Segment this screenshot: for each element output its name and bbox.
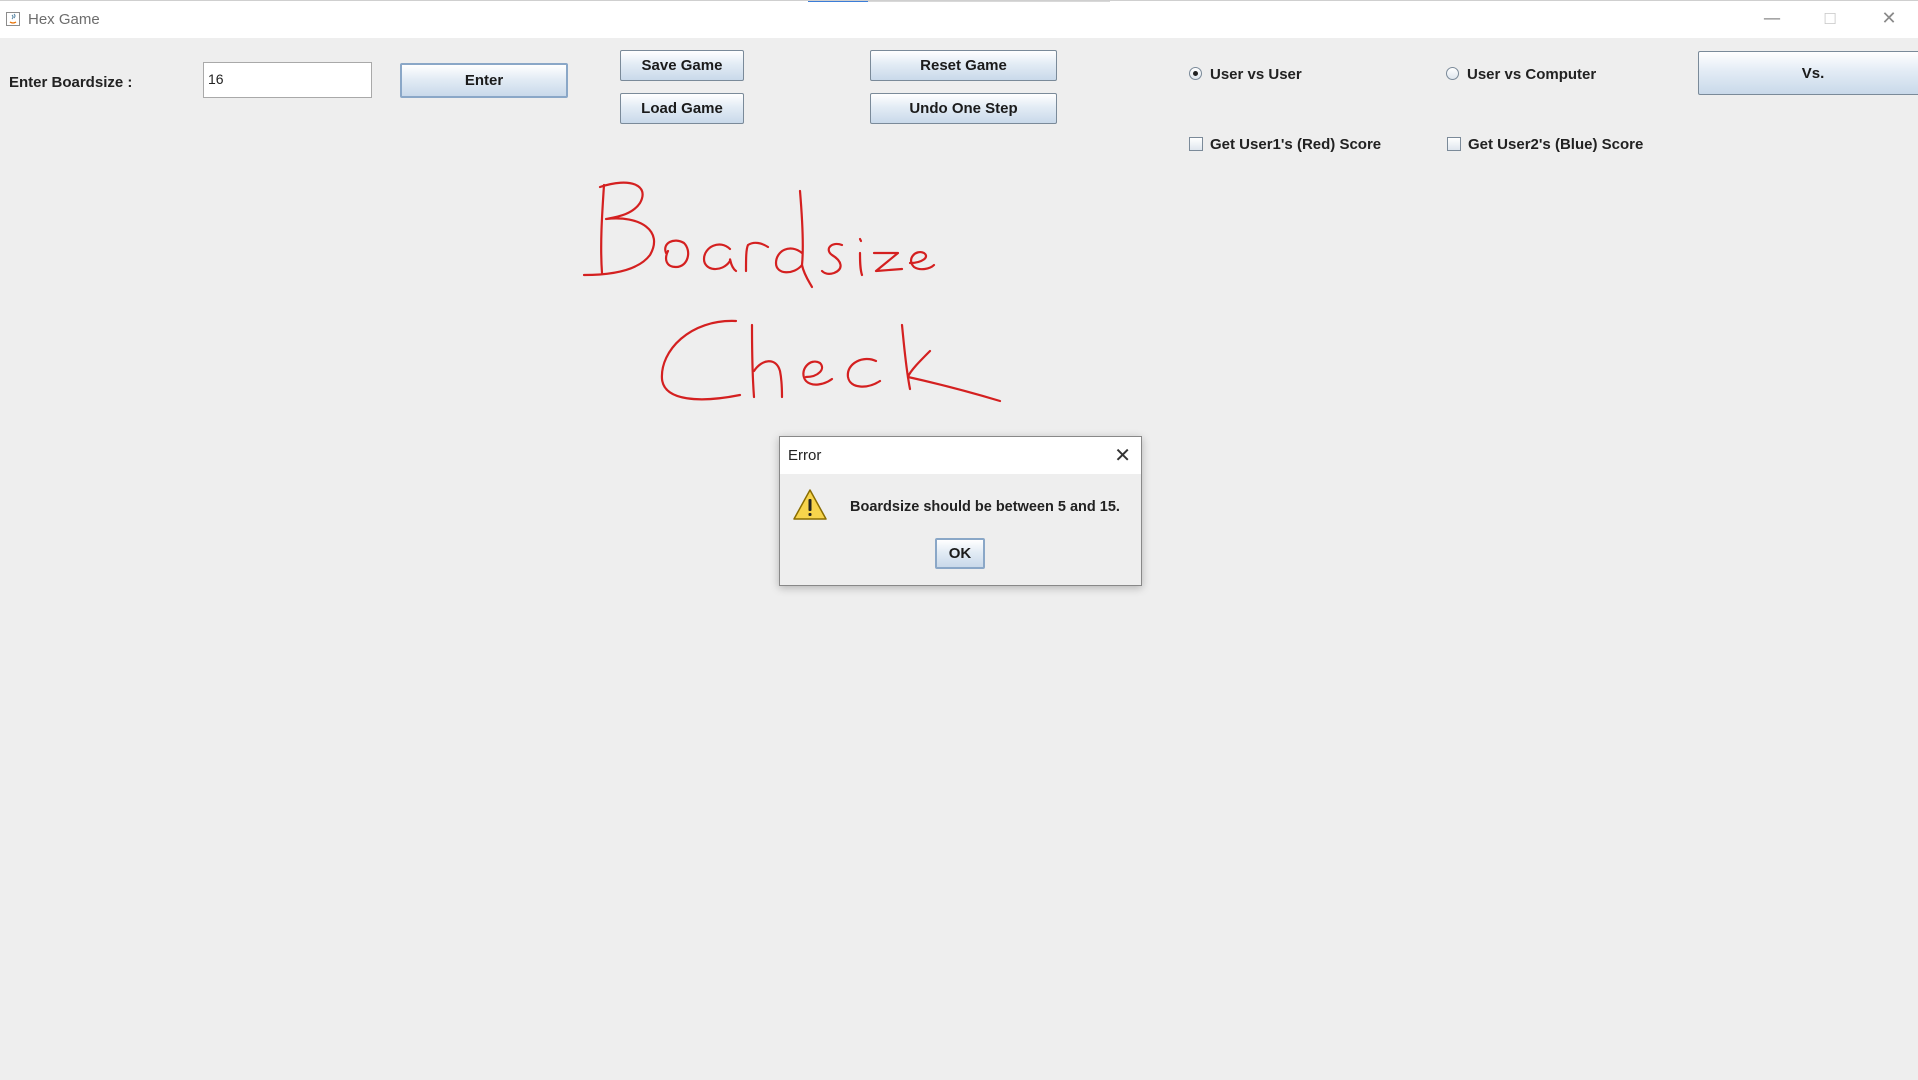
minimize-button[interactable]: — bbox=[1752, 7, 1792, 31]
save-game-button[interactable]: Save Game bbox=[620, 50, 744, 81]
error-dialog: Error ✕ Boardsize should be between 5 an… bbox=[779, 436, 1142, 586]
radio-user-vs-user[interactable] bbox=[1189, 67, 1202, 80]
radio-selected-dot bbox=[1193, 71, 1198, 76]
window-titlebar: Hex Game — ☐ ✕ bbox=[0, 0, 1918, 38]
red-score-label: Get User1's (Red) Score bbox=[1210, 136, 1382, 153]
handwritten-annotation bbox=[582, 181, 1002, 403]
blue-score-checkbox[interactable] bbox=[1447, 137, 1461, 151]
maximize-button[interactable]: ☐ bbox=[1810, 7, 1850, 31]
dialog-title: Error bbox=[788, 447, 822, 464]
titlebar-accent bbox=[808, 1, 868, 2]
java-icon bbox=[6, 12, 20, 26]
dialog-close-icon[interactable]: ✕ bbox=[1114, 443, 1131, 467]
vs-button[interactable]: Vs. bbox=[1698, 51, 1918, 95]
close-button[interactable]: ✕ bbox=[1869, 7, 1909, 31]
load-game-button[interactable]: Load Game bbox=[620, 93, 744, 124]
enter-button[interactable]: Enter bbox=[400, 63, 568, 98]
warning-icon bbox=[793, 489, 827, 520]
dialog-titlebar: Error ✕ bbox=[780, 437, 1141, 474]
user-vs-computer-label: User vs Computer bbox=[1467, 66, 1597, 83]
user-vs-user-label: User vs User bbox=[1210, 66, 1302, 83]
reset-game-button[interactable]: Reset Game bbox=[870, 50, 1057, 81]
dialog-message: Boardsize should be between 5 and 15. bbox=[850, 499, 1120, 515]
boardsize-label: Enter Boardsize : bbox=[9, 74, 133, 91]
titlebar-accent-gray bbox=[868, 1, 1110, 2]
boardsize-input[interactable]: 16 bbox=[203, 62, 372, 98]
blue-score-label: Get User2's (Blue) Score bbox=[1468, 136, 1644, 153]
ok-button[interactable]: OK bbox=[935, 538, 985, 569]
window-title: Hex Game bbox=[28, 11, 100, 28]
undo-one-step-button[interactable]: Undo One Step bbox=[870, 93, 1057, 124]
red-score-checkbox[interactable] bbox=[1189, 137, 1203, 151]
radio-user-vs-computer[interactable] bbox=[1446, 67, 1459, 80]
